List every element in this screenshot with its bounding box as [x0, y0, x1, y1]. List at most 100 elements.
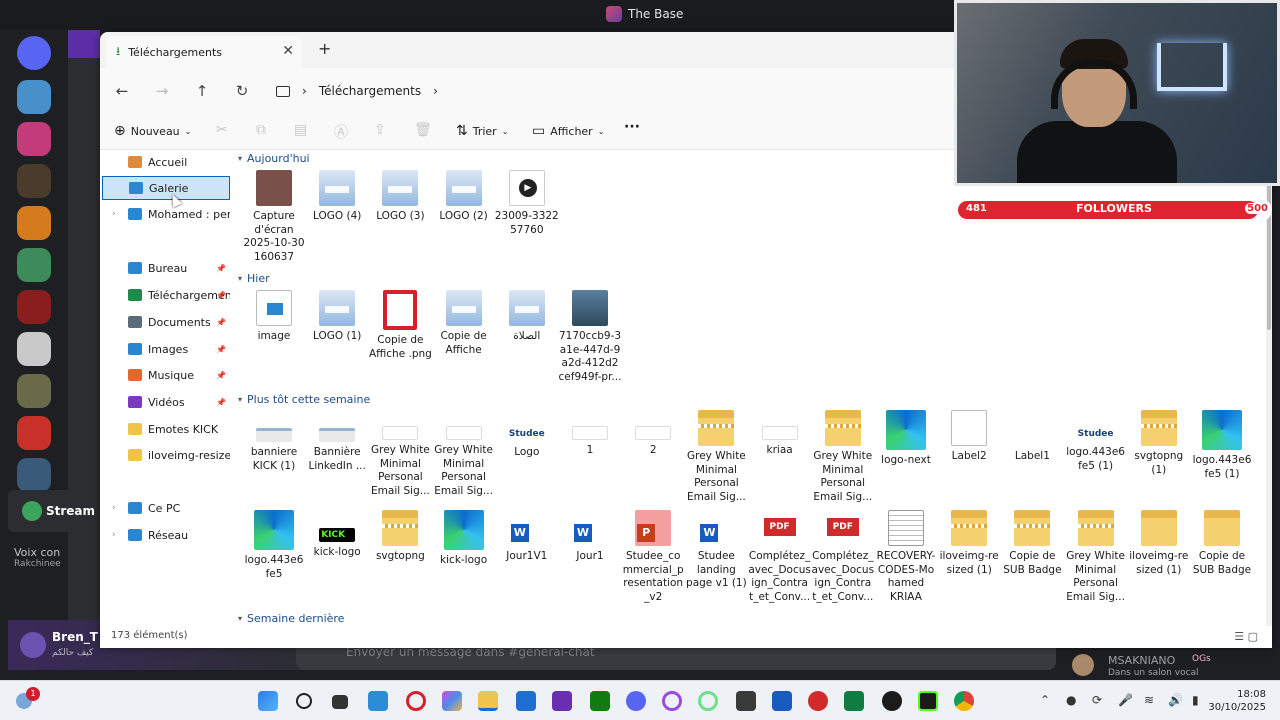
- file-item[interactable]: svgtopng: [368, 510, 432, 564]
- file-item[interactable]: Label2: [937, 410, 1001, 464]
- file-item[interactable]: LOGO (3): [368, 170, 432, 224]
- file-item[interactable]: Capture d'écran 2025-10-30 160637: [242, 170, 306, 264]
- sidebar-item[interactable]: Images 📌: [102, 337, 230, 361]
- file-item[interactable]: Studee landing page v1 (1): [684, 510, 748, 591]
- up-button[interactable]: ↑: [188, 77, 216, 105]
- file-item[interactable]: iloveimg-re sized (1): [1127, 510, 1191, 577]
- share-icon[interactable]: ⇪: [374, 122, 386, 138]
- file-item[interactable]: Grey White Minimal Personal Email Sig...: [432, 410, 496, 498]
- app-icon[interactable]: [552, 691, 572, 711]
- sync-icon[interactable]: ⟳: [1092, 693, 1102, 707]
- file-item[interactable]: banniere KICK (1): [242, 410, 306, 473]
- chevron-right-icon[interactable]: ›: [112, 209, 116, 219]
- sort-button[interactable]: ⇅ Trier ⌄: [456, 123, 508, 139]
- file-item[interactable]: Studee Logo: [495, 410, 559, 460]
- file-item[interactable]: 1: [558, 410, 622, 458]
- delete-icon[interactable]: 🗑: [414, 122, 432, 138]
- file-item[interactable]: LOGO (4): [305, 170, 369, 224]
- file-item[interactable]: RECOVERY- CODES-Mo hamed KRIAA: [874, 510, 938, 604]
- server-icon[interactable]: [17, 248, 51, 282]
- server-icon[interactable]: [17, 206, 51, 240]
- refresh-button[interactable]: ↻: [228, 77, 256, 105]
- file-item[interactable]: Grey White Minimal Personal Email Sig...: [811, 410, 875, 504]
- group-header-last-week[interactable]: ▾ Semaine dernière: [238, 612, 344, 625]
- file-item[interactable]: kick-logo: [305, 510, 369, 560]
- server-icon[interactable]: [17, 458, 51, 492]
- file-item[interactable]: Copie de SUB Badge: [1190, 510, 1254, 577]
- file-item[interactable]: LOGO (2): [432, 170, 496, 224]
- file-item[interactable]: svgtopng (1): [1127, 410, 1191, 477]
- search-icon[interactable]: [296, 693, 312, 709]
- view-toggle-icons[interactable]: ☰ ▢: [1234, 630, 1258, 643]
- back-button[interactable]: ←: [108, 77, 136, 105]
- breadcrumb-downloads[interactable]: Téléchargements: [319, 84, 421, 98]
- sidebar-item[interactable]: Musique 📌: [102, 363, 230, 387]
- copilot-icon[interactable]: [442, 691, 462, 711]
- view-button[interactable]: ▭ Afficher ⌄: [532, 123, 604, 139]
- acrobat-icon[interactable]: [808, 691, 828, 711]
- sidebar-item[interactable]: Bureau 📌: [102, 256, 230, 280]
- start-icon[interactable]: [258, 691, 278, 711]
- file-item[interactable]: Complétez_ avec_Docus ign_Contra t_et_Co…: [748, 510, 812, 604]
- file-explorer-icon[interactable]: [478, 691, 498, 711]
- chevron-right-icon[interactable]: ›: [433, 84, 438, 98]
- chevron-up-icon[interactable]: ⌃: [1040, 693, 1050, 707]
- word-icon[interactable]: [772, 691, 792, 711]
- server-icon[interactable]: [17, 80, 51, 114]
- sidebar-item[interactable]: Galerie: [102, 176, 230, 200]
- file-item[interactable]: Bannière LinkedIn ...: [305, 410, 369, 473]
- sidebar-item[interactable]: Accueil: [102, 150, 230, 174]
- server-icon[interactable]: [17, 290, 51, 324]
- file-item[interactable]: Complétez_ avec_Docus ign_Contra t_et_Co…: [811, 510, 875, 604]
- sidebar-item[interactable]: › Ce PC: [102, 496, 230, 520]
- file-item[interactable]: Grey White Minimal Personal Email Sig...: [368, 410, 432, 498]
- rename-icon[interactable]: Ⓐ: [334, 122, 348, 142]
- obs-icon[interactable]: [882, 691, 902, 711]
- sidebar-item[interactable]: Vidéos 📌: [102, 390, 230, 414]
- file-item[interactable]: Copie de Affiche: [432, 290, 496, 357]
- tab-downloads[interactable]: ⭳ Téléchargements ✕: [106, 36, 302, 68]
- server-icon[interactable]: [17, 122, 51, 156]
- chrome-icon[interactable]: [954, 691, 974, 711]
- microphone-icon[interactable]: 🎤: [1118, 693, 1133, 707]
- opera-gx-icon[interactable]: [662, 691, 682, 711]
- group-header-this-week[interactable]: ▾ Plus tôt cette semaine: [238, 393, 370, 406]
- sidebar-item[interactable]: › Mohamed : personnel: [102, 202, 230, 226]
- stream-button[interactable]: Stream: [8, 490, 100, 532]
- widgets-app-icon[interactable]: [368, 691, 388, 711]
- chevron-right-icon[interactable]: ›: [112, 530, 116, 540]
- server-icon[interactable]: [17, 374, 51, 408]
- sidebar-item[interactable]: Emotes KICK: [102, 417, 230, 441]
- server-icon[interactable]: [17, 164, 51, 198]
- file-item[interactable]: image: [242, 290, 306, 344]
- server-icon[interactable]: [17, 416, 51, 450]
- kick-icon[interactable]: [918, 691, 938, 711]
- sidebar-item[interactable]: Téléchargements📌: [102, 283, 230, 307]
- sidebar-item[interactable]: iloveimg-resized (1: [102, 443, 230, 467]
- clock[interactable]: 18:08 30/10/2025: [1208, 688, 1266, 714]
- sidebar-item[interactable]: Documents 📌: [102, 310, 230, 334]
- file-item[interactable]: Label1: [1000, 410, 1064, 464]
- file-item[interactable]: logo-next: [874, 410, 938, 468]
- chevron-right-icon[interactable]: ›: [112, 503, 116, 513]
- file-item[interactable]: Grey White Minimal Personal Email Sig...: [684, 410, 748, 504]
- wifi-icon[interactable]: ≋: [1144, 693, 1154, 707]
- avatar[interactable]: [20, 632, 46, 658]
- file-item[interactable]: 2: [621, 410, 685, 458]
- paste-icon[interactable]: ▤: [294, 122, 307, 138]
- close-tab-icon[interactable]: ✕: [282, 43, 294, 59]
- file-item[interactable]: LOGO (1): [305, 290, 369, 344]
- app-tray-icon[interactable]: ●: [1066, 693, 1076, 707]
- server-icon[interactable]: [17, 332, 51, 366]
- task-view-icon[interactable]: [332, 695, 348, 709]
- volume-icon[interactable]: 🔊: [1168, 693, 1183, 707]
- file-item[interactable]: iloveimg-re sized (1): [937, 510, 1001, 577]
- file-item[interactable]: Jour1V1: [495, 510, 559, 564]
- file-item[interactable]: logo.443e6 fe5: [242, 510, 306, 581]
- opera-icon[interactable]: [406, 691, 426, 711]
- more-options-button[interactable]: ···: [624, 119, 640, 135]
- discord-icon[interactable]: [626, 691, 646, 711]
- file-item[interactable]: 23009-3322 57760: [495, 170, 559, 237]
- file-item[interactable]: 7170ccb9-3 a1e-447d-9 a2d-412d2 cef949f-…: [558, 290, 622, 384]
- file-item[interactable]: Studee_co mmercial_p resentation _v2: [621, 510, 685, 604]
